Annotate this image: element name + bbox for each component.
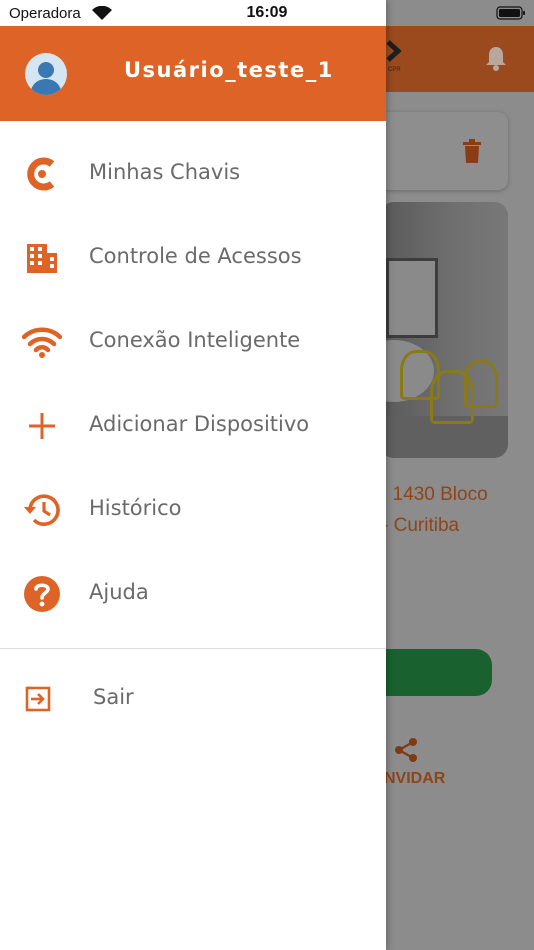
menu-label: Conexão Inteligente [89, 328, 301, 352]
menu-label: Adicionar Dispositivo [89, 412, 310, 436]
menu-item-ajuda[interactable]: Ajuda [0, 552, 386, 636]
logout-button[interactable]: Sair [0, 659, 386, 739]
menu-item-conexao-inteligente[interactable]: Conexão Inteligente [0, 300, 386, 384]
chavis-logo-icon [22, 154, 62, 194]
device-card[interactable] [370, 112, 508, 190]
share-icon[interactable] [394, 737, 418, 763]
logout-icon [18, 679, 58, 719]
username: Usuário_teste_1 [124, 58, 334, 82]
wifi-icon [22, 322, 62, 362]
address-line-2: - Curitiba [382, 515, 460, 536]
plus-icon [22, 406, 62, 446]
menu-label: Histórico [89, 496, 182, 520]
logout-label: Sair [93, 685, 134, 709]
menu-item-controle-de-acessos[interactable]: Controle de Acessos [0, 216, 386, 300]
status-bar: Operadora 16:09 [0, 0, 534, 26]
menu-divider [0, 648, 386, 649]
menu-item-minhas-chavis[interactable]: Minhas Chavis [0, 132, 386, 216]
navigation-drawer: Usuário_teste_1 Minhas Chavis Controle d… [0, 0, 386, 950]
invite-label[interactable]: NVIDAR [384, 770, 445, 788]
building-icon [22, 238, 62, 278]
address-line-1: , 1430 Bloco [382, 484, 488, 505]
history-icon [22, 490, 62, 530]
bell-icon[interactable] [484, 44, 508, 72]
status-time: 16:09 [246, 4, 288, 21]
menu-label: Minhas Chavis [89, 160, 241, 184]
menu-item-historico[interactable]: Histórico [0, 468, 386, 552]
battery-icon [496, 6, 525, 20]
menu-item-adicionar-dispositivo[interactable]: Adicionar Dispositivo [0, 384, 386, 468]
open-door-button[interactable] [370, 649, 492, 696]
menu-label: Ajuda [89, 580, 149, 604]
avatar[interactable] [25, 53, 67, 95]
app-logo-caption: CPR [388, 67, 401, 73]
menu-label: Controle de Acessos [89, 244, 302, 268]
app-logo-icon [386, 40, 402, 62]
location-photo [380, 202, 508, 458]
user-avatar-icon [30, 62, 62, 95]
trash-icon[interactable] [461, 139, 483, 164]
help-icon [22, 574, 62, 614]
drawer-header: Usuário_teste_1 [0, 26, 386, 121]
